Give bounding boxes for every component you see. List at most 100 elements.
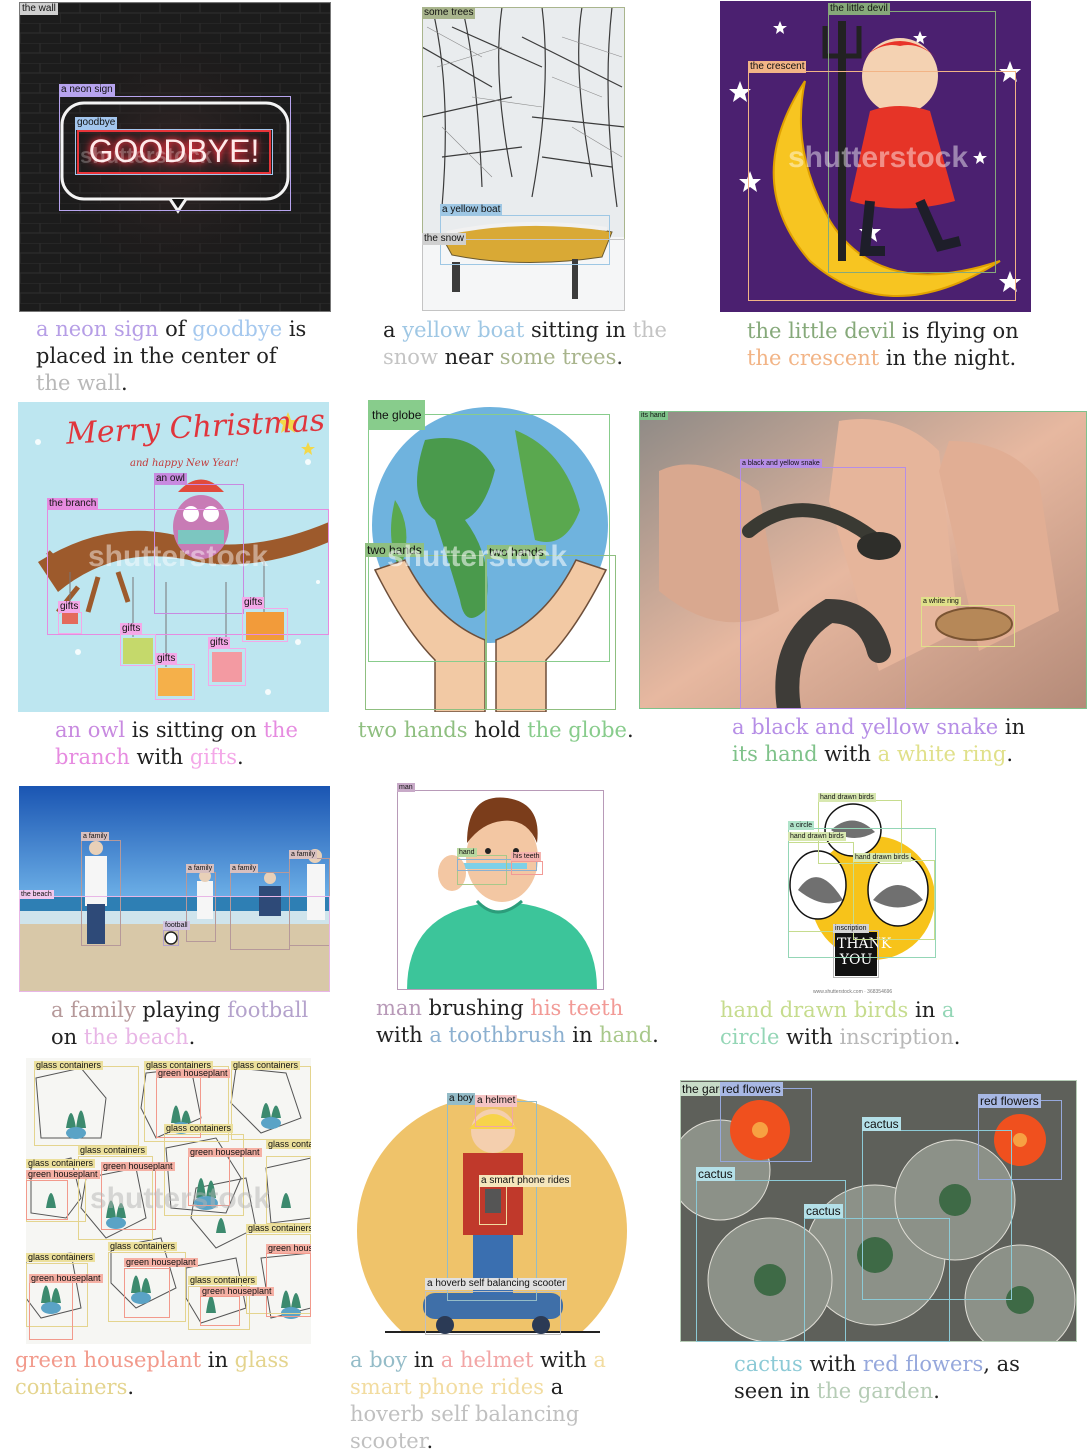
panel-cactus: the garden red flowers red flowers cactu…	[680, 1080, 1077, 1342]
caption-segment: an owl	[55, 718, 126, 742]
label-scooter: a hoverb self balancing scooter	[425, 1278, 568, 1290]
bbox-glass-7	[266, 1156, 311, 1224]
label-plant-1: green houseplant	[156, 1068, 230, 1078]
caption-panel-3: the little devil is flying on the cresce…	[747, 318, 1037, 372]
panel-christmas-owl: Merry Christmas and happy New Year! an o…	[18, 402, 329, 712]
label-gifts-1: gifts	[58, 601, 81, 613]
watermark: shutterstock	[788, 141, 969, 174]
bbox-gifts-5	[242, 608, 288, 642]
caption-panel-11: a boy in a helmet with a smart phone rid…	[350, 1347, 630, 1455]
label-helmet: a helmet	[475, 1095, 518, 1107]
caption-segment: gifts	[189, 745, 237, 769]
panel-family-beach: a family a family a family a family the …	[19, 786, 330, 992]
caption-segment: the little devil	[747, 319, 896, 343]
caption-segment: with	[779, 1025, 840, 1049]
label-its-hand: its hand	[639, 411, 668, 420]
label-hand: hand	[457, 848, 477, 857]
caption-segment: .	[616, 345, 624, 369]
label-crescent: the crescent	[748, 61, 807, 73]
bbox-glass-3	[231, 1066, 311, 1140]
bbox-crescent	[748, 71, 1016, 301]
label-gifts-5: gifts	[242, 597, 265, 609]
caption-segment: .	[236, 745, 244, 769]
caption-segment: the globe	[527, 718, 627, 742]
caption-segment: sitting in	[524, 318, 633, 342]
bbox-gifts-2	[120, 634, 156, 666]
bbox-smart-phone	[479, 1185, 507, 1225]
caption-segment: of	[158, 317, 193, 341]
label-family-2: a family	[186, 864, 215, 873]
label-glass-6: glass containers	[26, 1158, 96, 1168]
caption-segment: .	[188, 1025, 196, 1049]
caption-segment: .	[426, 1429, 434, 1453]
label-glass-5: glass containers	[78, 1145, 148, 1155]
stock-url: www.shutterstock.com · 368354696	[813, 989, 893, 995]
caption-panel-2: a yellow boat sitting in the snow near s…	[383, 317, 673, 371]
label-inscription: inscription	[833, 924, 869, 933]
caption-segment: inscription	[839, 1025, 954, 1049]
label-red-flowers-1: red flowers	[720, 1082, 783, 1096]
caption-panel-8: man brushing his teeth with a toothbrush…	[376, 995, 666, 1049]
bbox-plant-5	[266, 1253, 311, 1317]
caption-segment: two hands	[358, 718, 468, 742]
caption-segment: is sitting on	[125, 718, 264, 742]
bbox-plant-3	[26, 1180, 68, 1220]
bbox-glass-1	[34, 1066, 139, 1146]
label-goodbye: goodbye	[75, 117, 118, 129]
caption-segment: a boy	[350, 1348, 408, 1372]
label-cactus-2: cactus	[696, 1167, 735, 1181]
caption-segment: his teeth	[530, 996, 624, 1020]
caption-segment: in	[407, 1348, 441, 1372]
happy-new-year-subtitle: and happy New Year!	[130, 458, 239, 469]
label-owl: an owl	[154, 473, 187, 485]
caption-segment: a	[383, 318, 403, 342]
label-yellow-boat: a yellow boat	[440, 204, 503, 216]
label-circle: a circle	[788, 821, 815, 830]
caption-segment: on	[51, 1025, 84, 1049]
caption-segment: in	[998, 715, 1026, 739]
caption-panel-10: green houseplant in glass containers.	[15, 1347, 295, 1401]
caption-segment: the crescent	[747, 346, 880, 370]
label-boy: a boy	[447, 1093, 476, 1105]
label-cactus-3: cactus	[804, 1204, 843, 1218]
label-glass-11: glass containers	[188, 1275, 258, 1285]
caption-segment: in	[565, 1023, 600, 1047]
caption-segment: .	[953, 1025, 961, 1049]
caption-panel-7: a family playing football on the beach.	[51, 997, 321, 1051]
caption-segment: its hand	[732, 742, 818, 766]
watermark: shutterstock	[80, 143, 213, 168]
caption-segment: a neon sign	[36, 317, 159, 341]
caption-segment: brushing	[421, 996, 531, 1020]
bbox-two-hands-right	[485, 555, 616, 710]
label-plant-2: green houseplant	[188, 1147, 262, 1157]
watermark: shutterstock	[387, 540, 568, 573]
panel-neon-sign: GOODBYE! the wall a neon sign goodbye sh…	[19, 2, 331, 312]
label-glass-4: glass containers	[164, 1123, 234, 1133]
caption-segment: in the night.	[879, 346, 1017, 370]
bbox-gifts-4	[208, 648, 246, 686]
caption-segment: with	[802, 1352, 863, 1376]
label-family-4: a family	[289, 850, 318, 859]
watermark: shutterstock	[88, 540, 269, 573]
panel-snake-hand: its hand a black and yellow snake a whit…	[639, 411, 1087, 709]
caption-segment: a helmet	[440, 1348, 534, 1372]
caption-segment: a	[544, 1375, 564, 1399]
caption-segment: .	[626, 718, 634, 742]
caption-segment: .	[652, 1023, 659, 1047]
caption-segment: with	[376, 1023, 430, 1047]
caption-segment: with	[129, 745, 190, 769]
bbox-plant-7	[124, 1268, 170, 1318]
label-glass-9: glass containers	[26, 1252, 96, 1262]
caption-panel-9: hand drawn birds in a circle with inscri…	[720, 997, 1010, 1051]
label-family-1: a family	[81, 832, 110, 841]
label-globe: the globe	[368, 400, 426, 430]
bbox-two-hands-left	[365, 555, 487, 710]
panel-hands-globe: the globe two hands two hands shuttersto…	[365, 400, 616, 712]
label-the-wall: the wall	[20, 3, 58, 15]
caption-segment: playing	[135, 998, 228, 1022]
bbox-snake	[740, 467, 906, 709]
bbox-white-ring	[921, 605, 1015, 647]
label-glass-3: glass containers	[231, 1060, 301, 1070]
caption-segment: man	[376, 996, 422, 1020]
label-gifts-4: gifts	[208, 637, 231, 649]
